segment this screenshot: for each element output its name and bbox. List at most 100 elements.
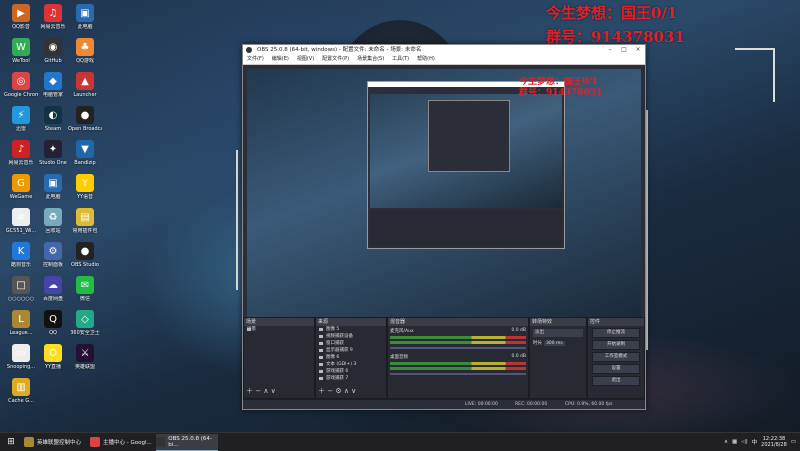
- desktop-icon[interactable]: ▥ Cache G...: [4, 378, 38, 404]
- desktop-icon[interactable]: K 酷狗音乐: [4, 242, 38, 268]
- desktop-icon[interactable]: ▭ Snooping...: [4, 344, 38, 370]
- desktop-icon[interactable]: ▼ Bandizip: [68, 140, 102, 166]
- maximize-icon[interactable]: □: [617, 45, 631, 55]
- desktop-icon[interactable]: ✦ Studio One: [36, 140, 70, 166]
- desktop-icon[interactable]: ⚔ 英雄联盟: [68, 344, 102, 370]
- desktop-icon-label: 此电脑: [77, 24, 93, 30]
- desktop-icon[interactable]: ▶ QQ影音: [4, 4, 38, 30]
- desktop-icon[interactable]: ▲ Launcher: [68, 72, 102, 98]
- menu-item[interactable]: 文件(F): [247, 55, 264, 64]
- desktop-icon[interactable]: Y YY语音: [68, 174, 102, 200]
- source-item[interactable]: 游戏捕获 6: [316, 368, 386, 375]
- obs-window-title: OBS 25.0.8 (64-bit, windows) - 配置文件: 未命名…: [257, 47, 422, 53]
- clock-date: 2021/8/28: [761, 442, 787, 448]
- desktop-icon[interactable]: ◆ 电脑管家: [36, 72, 70, 98]
- desktop-icon-label: Bandizip: [74, 160, 96, 166]
- desktop-icon[interactable]: ⚡ 迅雷: [4, 106, 38, 132]
- taskbar-app[interactable]: OBS 25.0.8 (64-bi...: [156, 434, 218, 451]
- app-icon: ▲: [76, 72, 94, 90]
- desktop-icon[interactable]: ♻ 回收站: [36, 208, 70, 234]
- control-button[interactable]: 工作室模式: [592, 352, 640, 362]
- source-item[interactable]: 视频捕获设备: [316, 333, 386, 340]
- mixer-ch1-slider[interactable]: [390, 347, 526, 349]
- taskbar-app-label: 主播中心 - Googl...: [103, 440, 152, 446]
- notification-icon[interactable]: ▭: [791, 439, 796, 445]
- app-icon: ◉: [44, 38, 62, 56]
- duration-input[interactable]: 300 ms: [544, 340, 565, 346]
- source-item[interactable]: 图像 5: [316, 326, 386, 333]
- sources-toolbar: ＋ − ⚙ ∧ ∨: [318, 387, 357, 395]
- menu-item[interactable]: 配置文件(P): [322, 55, 349, 64]
- desktop-icon[interactable]: ◎ Google Chrome: [4, 72, 38, 98]
- menu-item[interactable]: 帮助(H): [417, 55, 435, 64]
- app-icon: ▤: [76, 208, 94, 226]
- desktop-icon[interactable]: ☁ 百度网盘: [36, 276, 70, 302]
- app-icon: W: [12, 38, 30, 56]
- desktop-icon[interactable]: W WeTool: [4, 38, 38, 64]
- mixer-ch2-slider[interactable]: [390, 373, 526, 375]
- desktop-icon[interactable]: ✉ 微信: [68, 276, 102, 302]
- taskbar-app[interactable]: 主播中心 - Googl...: [90, 434, 152, 450]
- desktop-icon[interactable]: ▤ 常用插件包: [68, 208, 102, 234]
- app-icon: ●: [76, 106, 94, 124]
- desktop-icon[interactable]: ♣ QQ游戏: [68, 38, 102, 64]
- desktop-icon-label: Open Broadcast: [68, 126, 102, 132]
- taskbar-app[interactable]: 英雄联盟控制中心: [24, 434, 86, 450]
- source-item[interactable]: 显示器捕获 9: [316, 347, 386, 354]
- tray-expand-icon[interactable]: ∧: [724, 439, 728, 445]
- desktop-icon[interactable]: ▣ 此电脑: [68, 4, 102, 30]
- desktop-icon[interactable]: ● OBS Studio: [68, 242, 102, 268]
- control-button[interactable]: 停止推流: [592, 328, 640, 338]
- desktop-icon-label: Google Chrome: [4, 92, 38, 98]
- status-cpu: CPU: 0.9%, 60.00 fps: [565, 402, 613, 407]
- obs-preview-canvas[interactable]: 今生梦想：国王0/1 群号：914378031: [247, 69, 641, 325]
- desktop-icon[interactable]: ▣ 此电脑: [36, 174, 70, 200]
- menu-item[interactable]: 视图(V): [297, 55, 314, 64]
- desktop-icon-label: 此电脑: [45, 194, 61, 200]
- desktop-icon-label: 360安全卫士: [70, 330, 100, 336]
- close-icon[interactable]: ×: [631, 45, 645, 55]
- control-button[interactable]: 设置: [592, 364, 640, 374]
- desktop-icon[interactable]: ◉ GitHub: [36, 38, 70, 64]
- scene-item[interactable]: 场景: [244, 326, 314, 333]
- taskbar-app-label: 英雄联盟控制中心: [37, 440, 82, 446]
- source-item[interactable]: 窗口捕获: [316, 340, 386, 347]
- menu-item[interactable]: 编辑(E): [272, 55, 289, 64]
- desktop-icon[interactable]: □ ○○○○○○: [4, 276, 38, 302]
- desktop-icon[interactable]: Q QQ: [36, 310, 70, 336]
- tray-network-icon[interactable]: ▦: [732, 439, 737, 445]
- taskbar-clock[interactable]: 12:22:38 2021/8/28: [761, 436, 787, 448]
- mixer-channel-1: 麦克风/Aux 0.0 dB: [390, 328, 526, 349]
- desktop-icon[interactable]: O YY直播: [36, 344, 70, 370]
- obs-titlebar[interactable]: OBS 25.0.8 (64-bit, windows) - 配置文件: 未命名…: [243, 45, 645, 55]
- desktop-icon[interactable]: ♪ 网易云音乐: [4, 140, 38, 166]
- control-button[interactable]: 开始录制: [592, 340, 640, 350]
- desktop-icon-label: 网易云音乐: [8, 160, 34, 166]
- obs-window[interactable]: OBS 25.0.8 (64-bit, windows) - 配置文件: 未命名…: [242, 44, 646, 410]
- source-item[interactable]: 图像 6: [316, 354, 386, 361]
- desktop-icon[interactable]: ◐ Steam: [36, 106, 70, 132]
- desktop-icon[interactable]: G WeGame: [4, 174, 38, 200]
- desktop-icon[interactable]: L League...: [4, 310, 38, 336]
- app-icon: □: [12, 276, 30, 294]
- transition-select[interactable]: 淡出: [533, 329, 583, 337]
- minimize-icon[interactable]: –: [603, 45, 617, 55]
- control-button[interactable]: 退出: [592, 376, 640, 386]
- desktop-icon[interactable]: ◇ 360安全卫士: [68, 310, 102, 336]
- mixer-ch1-db: 0.0 dB: [511, 328, 526, 333]
- source-item[interactable]: 游戏捕获 7: [316, 375, 386, 382]
- tray-volume-icon[interactable]: ◁): [741, 439, 747, 445]
- tray-language[interactable]: 中: [752, 438, 758, 446]
- sources-dock-title: 来源: [316, 318, 386, 326]
- mixer-ch2-label: 桌面音频: [390, 355, 408, 360]
- menu-item[interactable]: 场景集合(S): [357, 55, 384, 64]
- desktop-icon-label: 酷狗音乐: [10, 262, 31, 268]
- source-item[interactable]: 文本 (GDI+) 3: [316, 361, 386, 368]
- start-button[interactable]: ⊞: [4, 434, 18, 450]
- desktop-icon[interactable]: ● Open Broadcast: [68, 106, 102, 132]
- desktop-icon[interactable]: ≡ GC551_Wi...: [4, 208, 38, 234]
- desktop-icon[interactable]: ♫ 网易云音乐: [36, 4, 70, 30]
- desktop-icon[interactable]: ⚙ 控制面板: [36, 242, 70, 268]
- desktop-icon-label: GC551_Wi...: [5, 228, 37, 234]
- menu-item[interactable]: 工具(T): [392, 55, 409, 64]
